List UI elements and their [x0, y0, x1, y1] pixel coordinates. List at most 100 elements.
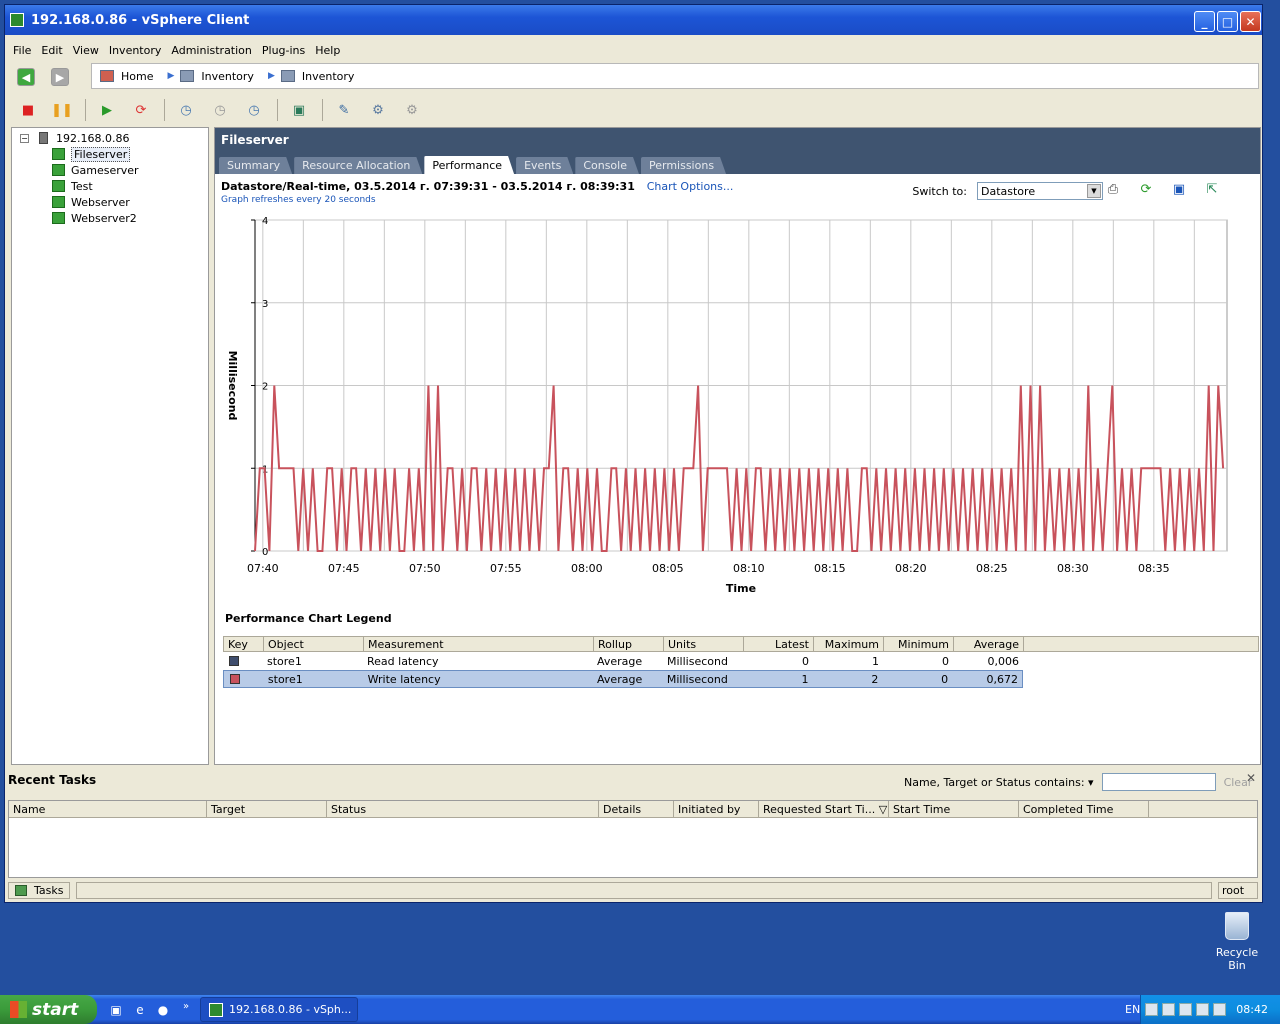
tasks-col-start-time[interactable]: Start Time: [889, 801, 1019, 817]
power-on-icon[interactable]: ▶: [96, 99, 118, 121]
browser-quicklaunch-icon[interactable]: ●: [155, 1002, 171, 1018]
reset-icon[interactable]: ⟳: [130, 99, 152, 121]
legend-col-average[interactable]: Average: [954, 637, 1024, 651]
legend-row-read[interactable]: store1 Read latency Average Millisecond …: [223, 652, 1259, 670]
maximize-button[interactable]: □: [1217, 11, 1238, 32]
ie-quicklaunch-icon[interactable]: e: [132, 1002, 148, 1018]
tasks-col-status[interactable]: Status: [327, 801, 599, 817]
tree-vm-label: Gameserver: [71, 163, 139, 177]
legend-rollup: Average: [597, 654, 643, 668]
network-icon[interactable]: [1179, 1003, 1193, 1016]
breadcrumb-inventory-1[interactable]: ▶ Inventory: [167, 70, 253, 83]
network-icon[interactable]: [1162, 1003, 1176, 1016]
tray-expand-icon[interactable]: [1145, 1003, 1159, 1016]
tree-vm-gameserver[interactable]: Gameserver: [12, 162, 208, 178]
tools-icon[interactable]: ⚙: [401, 99, 423, 121]
tab-summary[interactable]: Summary: [219, 157, 292, 174]
tree-vm-webserver[interactable]: Webserver: [12, 194, 208, 210]
status-user: root: [1218, 881, 1258, 899]
forward-arrow-icon[interactable]: ▶: [51, 68, 69, 86]
tasks-col-name[interactable]: Name: [9, 801, 207, 817]
tree-vm-fileserver[interactable]: Fileserver: [12, 146, 208, 162]
legend-col-object[interactable]: Object: [264, 637, 364, 651]
popout-icon[interactable]: ⇱: [1203, 180, 1221, 198]
close-button[interactable]: ✕: [1240, 11, 1261, 32]
menu-edit[interactable]: Edit: [41, 44, 62, 57]
tab-permissions[interactable]: Permissions: [641, 157, 726, 174]
revert-snapshot-icon[interactable]: ◷: [209, 99, 231, 121]
chart-options-link[interactable]: Chart Options...: [647, 180, 734, 193]
recycle-bin[interactable]: Recycle Bin: [1210, 912, 1264, 972]
refresh-icon[interactable]: ⟳: [1137, 180, 1155, 198]
start-button[interactable]: start: [0, 995, 97, 1024]
tasks-col-initiated-by[interactable]: Initiated by: [674, 801, 759, 817]
legend-col-latest[interactable]: Latest: [744, 637, 814, 651]
title-bar[interactable]: 192.168.0.86 - vSphere Client _ □ ✕: [5, 5, 1262, 35]
quicklaunch-more-icon[interactable]: »: [178, 998, 194, 1014]
switch-select[interactable]: Datastore ▼: [977, 182, 1103, 200]
x-tick-label: 08:30: [1057, 562, 1089, 575]
vsphere-window: 192.168.0.86 - vSphere Client _ □ ✕ File…: [4, 4, 1263, 903]
breadcrumb: Home ▶ Inventory ▶ Inventory: [91, 63, 1259, 89]
legend-col-maximum[interactable]: Maximum: [814, 637, 884, 651]
power-off-icon[interactable]: ■: [17, 99, 39, 121]
breadcrumb-inventory-2[interactable]: ▶ Inventory: [268, 70, 354, 83]
tab-events[interactable]: Events: [516, 157, 573, 174]
tasks-col-completed-time[interactable]: Completed Time: [1019, 801, 1149, 817]
breadcrumb-home[interactable]: Home: [100, 70, 153, 83]
print-icon[interactable]: ⎙: [1104, 180, 1122, 198]
legend-average: 0,672: [986, 672, 1018, 686]
menu-administration[interactable]: Administration: [171, 44, 252, 57]
close-icon[interactable]: ✕: [1246, 771, 1256, 785]
menu-plugins[interactable]: Plug-ins: [262, 44, 305, 57]
minimize-button[interactable]: _: [1194, 11, 1215, 32]
legend-col-units[interactable]: Units: [664, 637, 744, 651]
snapshot-icon[interactable]: ◷: [175, 99, 197, 121]
legend-table: Key Object Measurement Rollup Units Late…: [223, 636, 1259, 688]
vsphere-quicklaunch-icon[interactable]: ▣: [108, 1002, 124, 1018]
menu-file[interactable]: File: [13, 44, 31, 57]
tree-vm-label: Fileserver: [71, 146, 131, 162]
console-icon[interactable]: ▣: [288, 99, 310, 121]
volume-icon[interactable]: [1196, 1003, 1210, 1016]
performance-chart: 07:40 07:45 07:50 07:55 08:00 08:05 08:10 08:15…: [226, 216, 1228, 595]
taskbar-item-label: 192.168.0.86 - vSph...: [229, 1003, 352, 1016]
filter-label[interactable]: Name, Target or Status contains: ▾: [904, 776, 1094, 789]
x-tick-label: 07:50: [409, 562, 441, 575]
menu-inventory[interactable]: Inventory: [109, 44, 162, 57]
taskbar-item-vsphere[interactable]: 192.168.0.86 - vSph...: [200, 997, 358, 1022]
filter-input[interactable]: [1101, 773, 1216, 791]
tasks-col-requested-start[interactable]: Requested Start Ti... ▽: [759, 801, 889, 817]
tab-console[interactable]: Console: [575, 157, 639, 174]
legend-col-measurement[interactable]: Measurement: [364, 637, 594, 651]
tree-vm-test[interactable]: Test: [12, 178, 208, 194]
menu-help[interactable]: Help: [315, 44, 340, 57]
tasks-col-details[interactable]: Details: [599, 801, 674, 817]
status-tasks-button[interactable]: Tasks: [8, 881, 70, 899]
system-tray: 08:42: [1140, 995, 1280, 1024]
save-icon[interactable]: ▣: [1170, 180, 1188, 198]
language-indicator[interactable]: EN: [1125, 1003, 1140, 1016]
edit-settings-icon[interactable]: ✎: [333, 99, 355, 121]
legend-col-minimum[interactable]: Minimum: [884, 637, 954, 651]
back-arrow-icon[interactable]: ◀: [17, 68, 35, 86]
snapshot-manager-icon[interactable]: ◷: [243, 99, 265, 121]
y-tick-label: 4: [262, 216, 268, 227]
key-swatch-read: [229, 656, 239, 666]
legend-col-rollup[interactable]: Rollup: [594, 637, 664, 651]
menu-view[interactable]: View: [73, 44, 99, 57]
tree-vm-webserver2[interactable]: Webserver2: [12, 210, 208, 226]
key-swatch-write: [230, 674, 240, 684]
tab-performance[interactable]: Performance: [424, 156, 514, 174]
collapse-icon[interactable]: −: [20, 133, 29, 143]
legend-col-key[interactable]: Key: [224, 637, 264, 651]
legend-row-write[interactable]: store1 Write latency Average Millisecond…: [223, 670, 1023, 688]
tree-host-row[interactable]: − 192.168.0.86: [12, 130, 208, 146]
legend-key: [224, 674, 264, 684]
tasks-col-target[interactable]: Target: [207, 801, 327, 817]
tab-resource-allocation[interactable]: Resource Allocation: [294, 157, 422, 174]
suspend-icon[interactable]: ❚❚: [51, 99, 73, 121]
legend-minimum: 0: [941, 672, 949, 686]
security-icon[interactable]: [1213, 1003, 1227, 1016]
migrate-icon[interactable]: ⚙: [367, 99, 389, 121]
